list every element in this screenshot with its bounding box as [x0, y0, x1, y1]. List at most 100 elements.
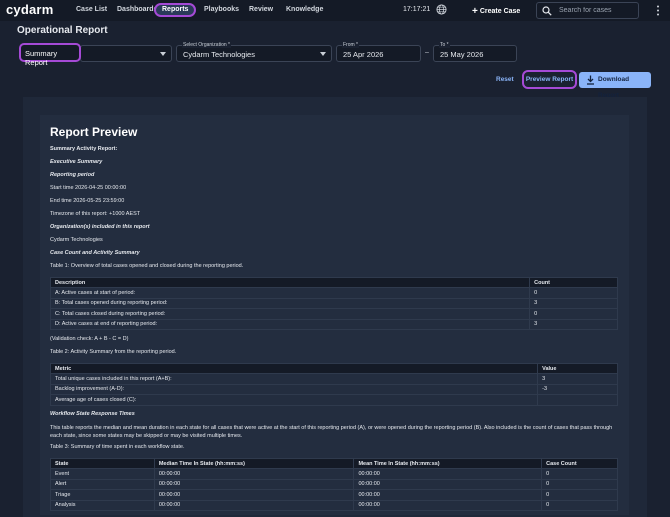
column-header: Metric [49, 363, 539, 374]
validation-check: (Validation check: A + B - C = D) [50, 336, 129, 342]
table-cell: 3 [529, 318, 618, 330]
table-cell: B: Total cases opened during reporting p… [49, 297, 531, 309]
table-cell: 00:00:00 [353, 478, 543, 490]
table-header-row: Description Count [49, 277, 618, 288]
chevron-down-icon [160, 52, 166, 56]
reporting-period-heading: Reporting period [50, 172, 95, 178]
workflow-heading: Workflow State Response Times [50, 411, 135, 417]
table-row: Average age of cases closed (C): [49, 394, 618, 406]
from-date-label: From * [342, 42, 359, 48]
table-row: Alert 00:00:00 00:00:00 0 [50, 478, 618, 490]
nav-review[interactable]: Review [243, 3, 279, 17]
end-time: End time 2026-05-25 23:59:00 [50, 198, 125, 204]
to-date-label: To * [439, 42, 450, 48]
table-cell: 3 [529, 297, 618, 309]
create-case-button[interactable]: + Create Case [472, 5, 521, 17]
table-row: Triage 00:00:00 00:00:00 0 [50, 489, 618, 501]
table-row: D: Active cases at end of reporting peri… [49, 318, 618, 330]
table-cell: 00:00:00 [153, 499, 355, 511]
column-header: Case Count [541, 458, 618, 469]
table3-caption: Table 3: Summary of time spent in each w… [50, 444, 185, 450]
nav-playbooks[interactable]: Playbooks [198, 3, 245, 17]
timezone: Timezone of this report: +1000 AEST [50, 211, 141, 217]
download-icon [587, 75, 594, 85]
column-header: Value [537, 363, 618, 374]
table-header-row: State Median Time In State (hh:mm:ss) Me… [50, 458, 618, 469]
globe-icon[interactable] [436, 4, 447, 15]
report-type-value[interactable]: Summary Report [19, 43, 81, 67]
column-header: Count [529, 277, 618, 288]
report-heading: Summary Activity Report: [50, 146, 118, 152]
table-cell: Total unique cases included in this repo… [49, 373, 539, 385]
table-cell: 0 [529, 308, 618, 320]
table-cell [537, 394, 618, 406]
search-icon [542, 6, 552, 16]
organization-select[interactable]: Select Organization * Cydarm Technologie… [176, 42, 332, 62]
clock: 17:17:21 [403, 6, 431, 13]
to-date-field[interactable]: To * 25 May 2026 [433, 42, 517, 62]
column-header: Description [49, 277, 531, 288]
executive-summary-heading: Executive Summary [50, 159, 103, 165]
table-row: A: Active cases at start of period: 0 [49, 287, 618, 299]
table-cell: Analysis [50, 499, 155, 511]
organization-label: Select Organization * [182, 42, 231, 48]
case-count-heading: Case Count and Activity Summary [50, 250, 140, 256]
download-report-button[interactable]: Download Report [579, 72, 651, 99]
table-cell: 0 [541, 468, 618, 480]
table2-caption: Table 2: Activity Summary from the repor… [50, 349, 177, 355]
report-preview-title: Report Preview [50, 125, 138, 139]
date-range-separator: – [425, 49, 429, 56]
organizations-heading: Organization(s) included in this report [50, 224, 150, 230]
table-row: Event 00:00:00 00:00:00 0 [50, 468, 618, 480]
table-cell: Backlog improvement (A-D): [49, 383, 539, 395]
start-time: Start time 2026-04-25 00:00:00 [50, 185, 127, 191]
nav-case-list[interactable]: Case List [70, 3, 113, 17]
table-row: Backlog improvement (A-D): -3 [49, 383, 618, 395]
plus-icon: + [472, 6, 478, 17]
workflow-state-table: State Median Time In State (hh:mm:ss) Me… [50, 458, 618, 511]
table-cell: 0 [529, 287, 618, 299]
page-title: Operational Report [17, 25, 108, 36]
table-cell: 0 [541, 478, 618, 490]
table1-caption: Table 1: Overview of total cases opened … [50, 263, 244, 269]
table-cell: 00:00:00 [153, 489, 355, 501]
table-cell: 0 [541, 499, 618, 511]
report-type-label: Summary Report [25, 49, 58, 67]
table-header-row: Metric Value [49, 363, 618, 374]
top-bar: cydarm Case List Dashboards Reports Play… [0, 0, 670, 21]
activity-summary-table: Metric Value Total unique cases included… [49, 363, 618, 406]
reset-button[interactable]: Reset [496, 76, 514, 83]
table-row: B: Total cases opened during reporting p… [49, 297, 618, 309]
table-cell: Average age of cases closed (C): [49, 394, 539, 406]
organization-value: Cydarm Technologies [183, 50, 255, 59]
nav-reports[interactable]: Reports [154, 3, 197, 17]
cydarm-logo[interactable]: cydarm [6, 2, 53, 17]
report-type-select[interactable] [80, 45, 172, 62]
table-cell: -3 [537, 383, 618, 395]
table-cell: C: Total cases closed during reporting p… [49, 308, 531, 320]
chevron-down-icon [320, 52, 326, 56]
create-case-label: Create Case [479, 8, 521, 15]
table-cell: Event [50, 468, 155, 480]
case-overview-table: Description Count A: Active cases at sta… [49, 277, 618, 330]
kebab-menu-icon[interactable] [656, 5, 660, 16]
table-cell: 0 [541, 489, 618, 501]
search-box[interactable] [536, 2, 639, 19]
table-cell: Triage [50, 489, 155, 501]
from-date-field[interactable]: From * 25 Apr 2026 [336, 42, 421, 62]
table-cell: 00:00:00 [153, 468, 355, 480]
from-date-value: 25 Apr 2026 [343, 50, 384, 59]
search-input[interactable] [559, 4, 637, 17]
table-cell: 00:00:00 [353, 499, 543, 511]
table-cell: 00:00:00 [153, 478, 355, 490]
column-header: State [50, 458, 155, 469]
table-cell: 00:00:00 [353, 468, 543, 480]
table-cell: D: Active cases at end of reporting peri… [49, 318, 531, 330]
column-header: Mean Time In State (hh:mm:ss) [353, 458, 543, 469]
table-row: C: Total cases closed during reporting p… [49, 308, 618, 320]
table-cell: A: Active cases at start of period: [49, 287, 531, 299]
to-date-value: 25 May 2026 [440, 50, 484, 59]
organization-name: Cydarm Technologies [50, 237, 103, 243]
nav-knowledge[interactable]: Knowledge [280, 3, 329, 17]
preview-report-button[interactable]: Preview Report [522, 70, 577, 89]
